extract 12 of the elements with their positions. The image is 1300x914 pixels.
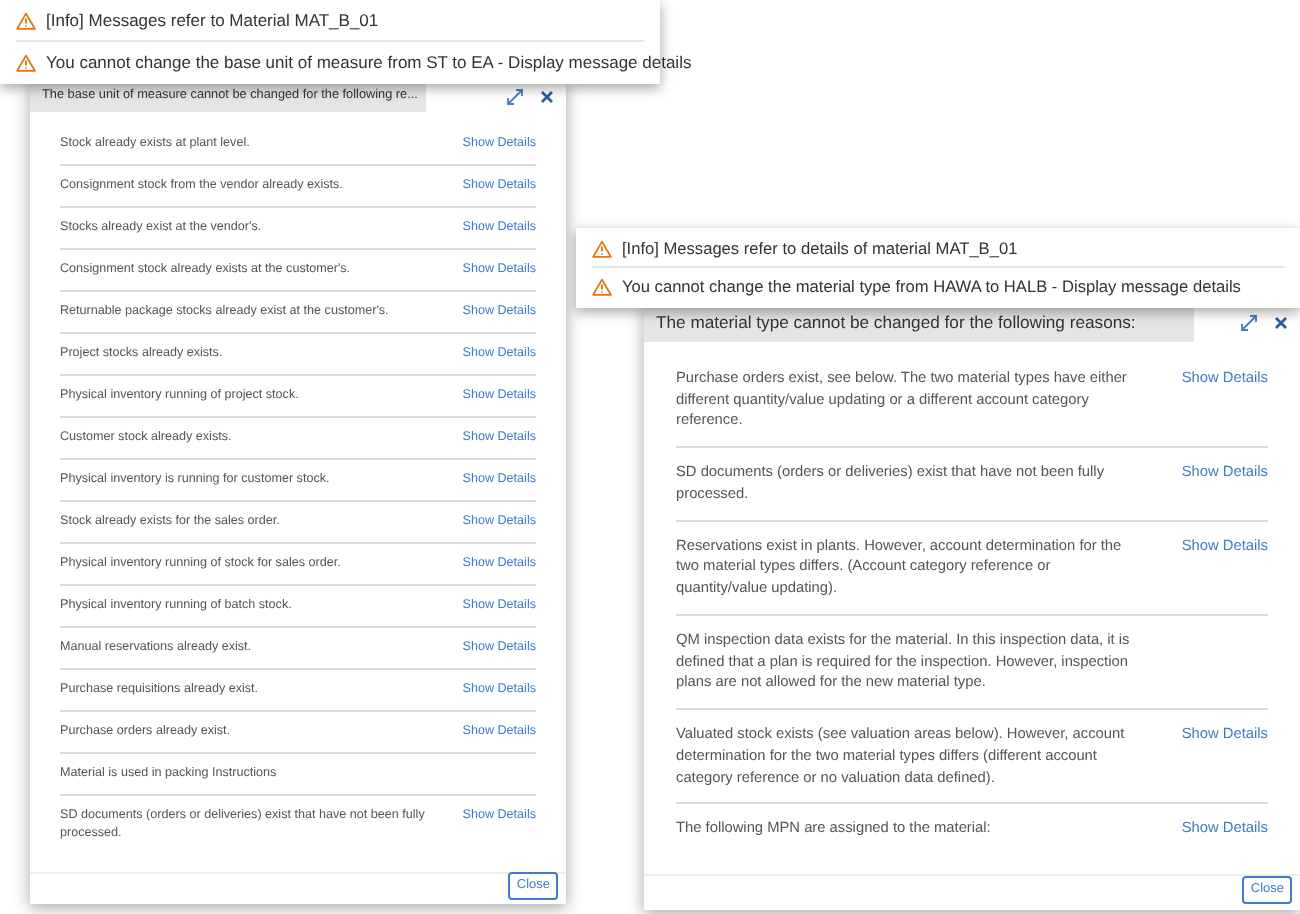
expand-icon[interactable]: [506, 87, 524, 105]
close-icon[interactable]: [1274, 316, 1288, 330]
message-text[interactable]: [Info] Messages refer to details of material MAT_B_01: [622, 235, 1018, 261]
close-icon[interactable]: [540, 89, 554, 103]
expand-icon[interactable]: [1240, 314, 1258, 332]
warning-icon: [592, 278, 612, 296]
message-text[interactable]: You cannot change the base unit of measure from ST to EA - Display message details: [46, 49, 692, 75]
warning-icon: [592, 239, 612, 257]
message-text[interactable]: You cannot change the material type from HAWA to HALB - Display message details: [622, 274, 1241, 300]
warning-icon: [16, 12, 36, 30]
warning-icon: [16, 53, 36, 71]
message-text[interactable]: [Info] Messages refer to Material MAT_B_01: [46, 8, 379, 34]
